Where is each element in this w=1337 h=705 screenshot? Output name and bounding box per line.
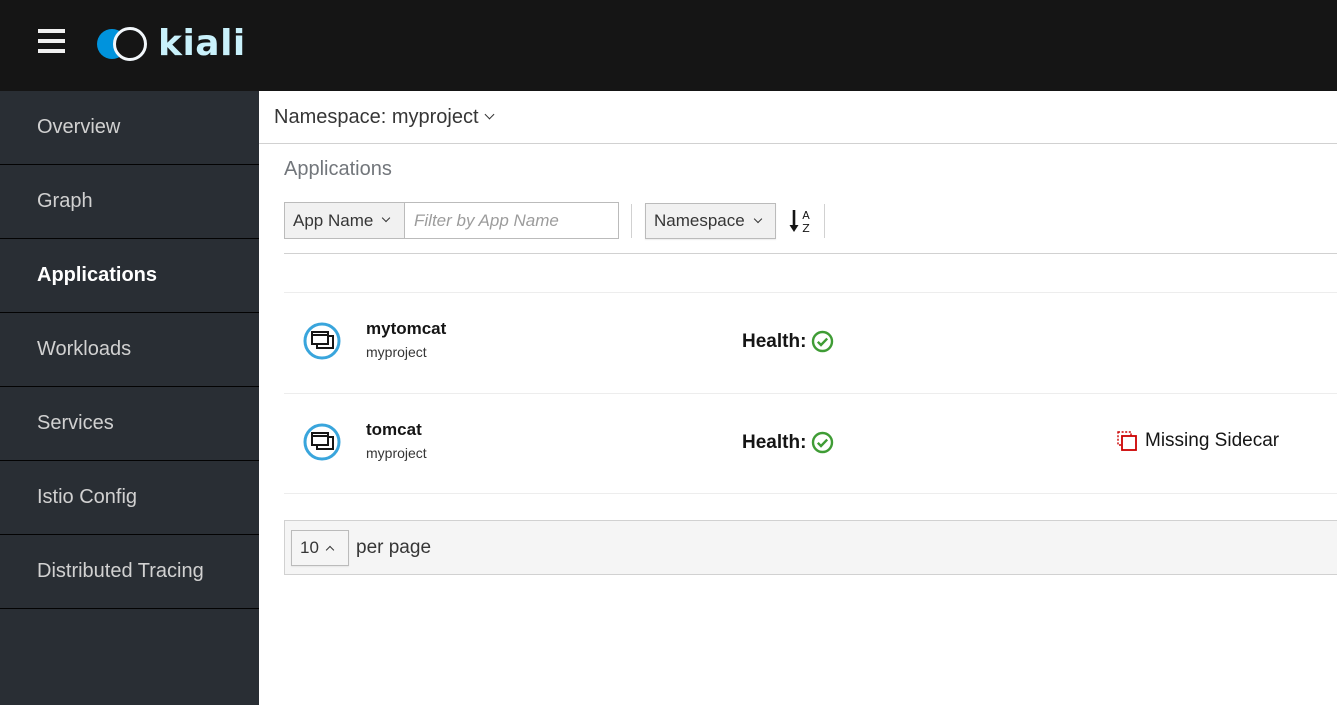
- kiali-logo[interactable]: kiali: [96, 24, 246, 64]
- list-item[interactable]: mytomcat myproject Health:: [284, 292, 1337, 393]
- toolbar-divider: [824, 204, 825, 238]
- pagination-bar: 10 per page: [284, 520, 1337, 575]
- health-ok-icon[interactable]: [811, 431, 834, 454]
- health-indicator: Health:: [742, 330, 834, 353]
- health-label: Health:: [742, 330, 807, 352]
- applications-list: mytomcat myproject Health: tomcat myproj…: [284, 292, 1337, 494]
- filter-type-label: App Name: [293, 210, 374, 230]
- app-namespace: myproject: [366, 445, 427, 461]
- health-ok-icon[interactable]: [811, 330, 834, 353]
- namespace-dropdown-label: Namespace: myproject: [274, 105, 479, 128]
- top-navbar: kiali: [0, 0, 1337, 91]
- chevron-down-icon: [382, 213, 391, 223]
- application-icon: [303, 423, 341, 461]
- toolbar-divider: [631, 204, 632, 238]
- health-indicator: Health:: [742, 431, 834, 454]
- sidebar-item-workloads[interactable]: Workloads: [0, 313, 259, 387]
- app-name-link[interactable]: mytomcat: [366, 319, 446, 339]
- per-page-label: per page: [356, 536, 432, 558]
- hamburger-menu-icon[interactable]: [38, 29, 65, 53]
- sidebar-item-services[interactable]: Services: [0, 387, 259, 461]
- namespace-bar: Namespace: myproject: [259, 91, 1337, 144]
- health-label: Health:: [742, 431, 807, 453]
- missing-sidecar-badge: Missing Sidecar: [1117, 430, 1279, 452]
- chevron-down-icon: [484, 109, 494, 120]
- sidebar-item-istio-config[interactable]: Istio Config: [0, 461, 259, 535]
- missing-sidecar-icon: [1117, 430, 1137, 451]
- namespace-dropdown[interactable]: Namespace: myproject: [274, 105, 494, 129]
- chevron-up-icon: [325, 545, 335, 554]
- sidebar-item-overview[interactable]: Overview: [0, 91, 259, 165]
- filter-input[interactable]: [404, 202, 619, 239]
- application-icon: [303, 322, 341, 360]
- svg-text:A: A: [802, 209, 810, 222]
- kiali-logo-icon: [97, 27, 147, 61]
- sidebar-item-applications[interactable]: Applications: [0, 239, 259, 313]
- missing-sidecar-label: Missing Sidecar: [1145, 430, 1280, 451]
- svg-text:Z: Z: [802, 222, 810, 235]
- sort-field-label: Namespace: [654, 211, 745, 230]
- filter-toolbar: App Name Namespace A Z: [284, 202, 1337, 254]
- per-page-value: 10: [300, 537, 319, 557]
- per-page-dropdown[interactable]: 10: [291, 529, 349, 566]
- app-namespace: myproject: [366, 344, 427, 360]
- sort-alpha-asc-icon[interactable]: A Z: [788, 207, 814, 235]
- page-title: Applications: [284, 158, 392, 180]
- list-item[interactable]: tomcat myproject Health: Missing Sidecar: [284, 393, 1337, 494]
- app-name-link[interactable]: tomcat: [366, 420, 422, 440]
- sort-field-dropdown[interactable]: Namespace: [645, 203, 776, 239]
- logo-text: kiali: [158, 23, 246, 64]
- chevron-down-icon: [753, 214, 762, 223]
- sidebar-item-graph[interactable]: Graph: [0, 165, 259, 239]
- sidebar: Overview Graph Applications Workloads Se…: [0, 91, 259, 705]
- filter-type-dropdown[interactable]: App Name: [284, 202, 405, 239]
- main-content: Namespace: myproject Applications App Na…: [259, 91, 1337, 705]
- sidebar-item-distributed-tracing[interactable]: Distributed Tracing: [0, 535, 259, 609]
